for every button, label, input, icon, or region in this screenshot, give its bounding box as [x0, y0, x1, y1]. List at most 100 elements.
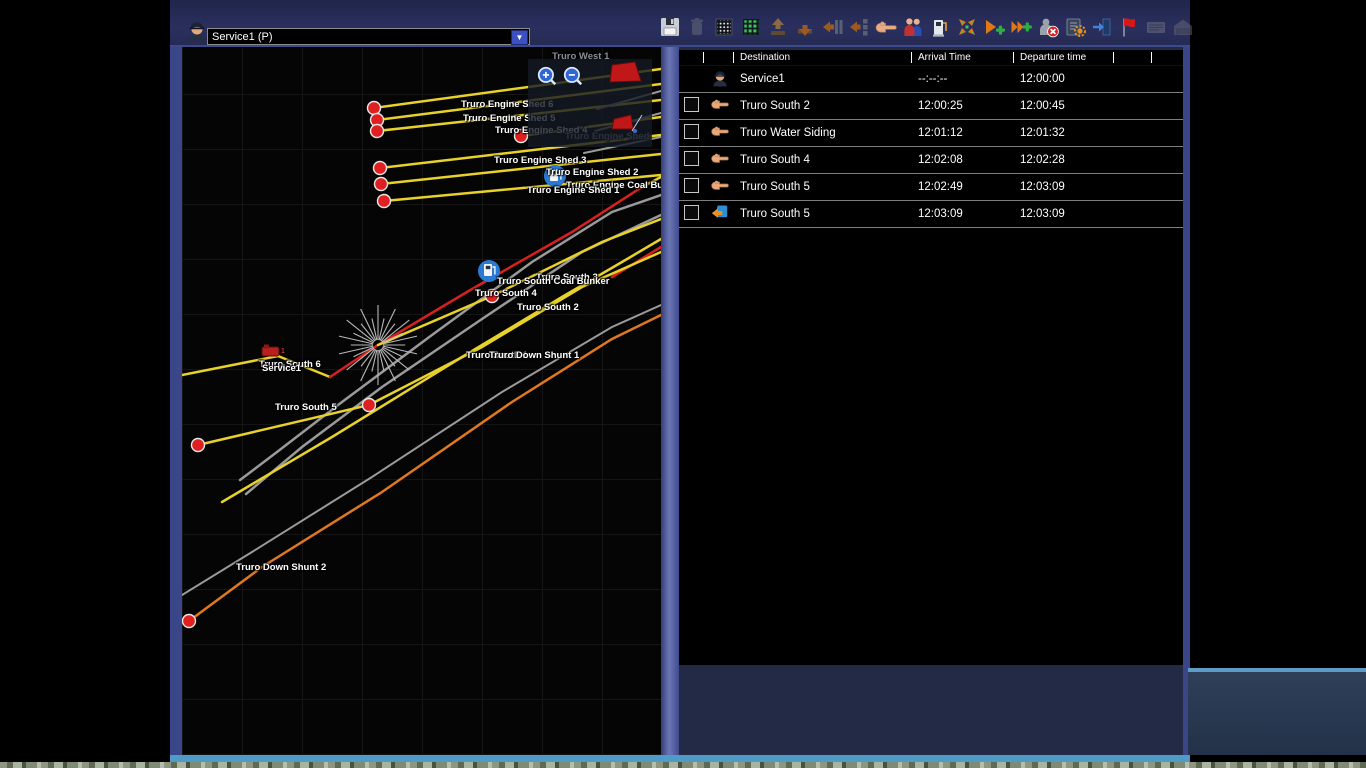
destination-cell: Truro Water Siding: [733, 127, 911, 139]
arrival-time-cell: 12:00:25: [911, 100, 1013, 112]
map-label: Truro Down Shunt 2: [236, 562, 326, 573]
insert-right-icon[interactable]: [846, 14, 872, 40]
hand-icon: [710, 124, 729, 139]
row-checkbox[interactable]: [684, 205, 699, 220]
row-icon-cell: [703, 178, 733, 196]
map-overlay-panel: [528, 59, 652, 147]
right-panel: DestinationArrival TimeDeparture time Se…: [679, 47, 1183, 755]
grid-small-icon[interactable]: [711, 14, 737, 40]
map-labels: Truro West 1Truro Engine Shed 6Truro Eng…: [182, 47, 661, 755]
footer-panel: Ok: [1188, 668, 1366, 755]
add-instruction-icon[interactable]: [1008, 14, 1034, 40]
fit-view-icon[interactable]: [954, 14, 980, 40]
console-icon[interactable]: [1143, 14, 1169, 40]
departure-time-cell: 12:03:09: [1013, 208, 1113, 220]
move-down-icon[interactable]: [792, 14, 818, 40]
service-properties-icon[interactable]: [1062, 14, 1088, 40]
table-row[interactable]: Truro South 212:00:2512:00:45: [679, 93, 1183, 120]
passengers-icon[interactable]: [900, 14, 926, 40]
row-icon-cell: [703, 97, 733, 115]
column-header[interactable]: Destination: [733, 50, 911, 65]
map-label: Truro Down Shunt 1: [489, 350, 579, 361]
service-select-value: Service1 (P): [212, 31, 273, 43]
column-header[interactable]: [1113, 50, 1151, 65]
arrival-time-cell: 12:01:12: [911, 127, 1013, 139]
row-checkbox[interactable]: [684, 178, 699, 193]
toolbar: [657, 12, 1196, 42]
arrival-time-cell: 12:02:49: [911, 181, 1013, 193]
map-label: Service1: [262, 363, 301, 374]
departure-time-cell: 12:01:32: [1013, 127, 1113, 139]
checkbox-cell: [679, 151, 703, 169]
add-service-icon[interactable]: [981, 14, 1007, 40]
row-icon-cell: [703, 204, 733, 224]
save-icon[interactable]: [657, 14, 683, 40]
hand-icon: [710, 178, 729, 193]
depot-icon[interactable]: [1170, 14, 1196, 40]
map-label: Truro South Coal Bunker: [497, 276, 609, 287]
flag-icon[interactable]: [1116, 14, 1142, 40]
destination-cell: Truro South 5: [733, 208, 911, 220]
shed-shapes: [528, 59, 652, 147]
destination-cell: Truro South 2: [733, 100, 911, 112]
map-label: Truro Engine Shed 3: [494, 155, 586, 166]
top-bar: Service1 (P) ▼: [170, 0, 1190, 47]
screen: Service1 (P) ▼: [0, 0, 1366, 768]
pointer-hand-icon[interactable]: [873, 14, 899, 40]
column-header[interactable]: [679, 50, 703, 65]
checkbox-cell: [679, 124, 703, 142]
map-label: Truro South 2: [517, 302, 579, 313]
column-header[interactable]: [703, 50, 733, 65]
arrival-time-cell: --:--:--: [911, 73, 1013, 85]
timetable: DestinationArrival TimeDeparture time Se…: [679, 50, 1183, 665]
window-bottom-border: [170, 755, 1190, 762]
map-viewport[interactable]: 1 Truro West 1Truro Engine Shed 6Truro E…: [182, 47, 661, 755]
row-checkbox[interactable]: [684, 97, 699, 112]
row-checkbox[interactable]: [684, 124, 699, 139]
row-checkbox[interactable]: [684, 151, 699, 166]
driver-avatar-icon: [710, 68, 730, 88]
column-header[interactable]: [1151, 50, 1183, 65]
destination-cell: Truro South 5: [733, 181, 911, 193]
map-label: Truro Engine Shed 1: [527, 185, 619, 196]
refuel-icon[interactable]: [927, 14, 953, 40]
departure-time-cell: 12:00:45: [1013, 100, 1113, 112]
hand-icon: [710, 151, 729, 166]
departure-time-cell: 12:02:28: [1013, 154, 1113, 166]
service-select[interactable]: Service1 (P) ▼: [207, 28, 530, 45]
table-row[interactable]: Truro South 512:02:4912:03:09: [679, 174, 1183, 201]
table-row[interactable]: Truro South 512:03:0912:03:09: [679, 201, 1183, 228]
delete-icon[interactable]: [684, 14, 710, 40]
map-label: Truro South 5: [275, 402, 337, 413]
go-to-icon[interactable]: [1089, 14, 1115, 40]
hand-icon: [710, 97, 729, 112]
panel-divider: [661, 47, 679, 755]
row-icon-cell: [703, 151, 733, 169]
column-header[interactable]: Arrival Time: [911, 50, 1013, 65]
timetable-editor-window: Service1 (P) ▼: [170, 0, 1190, 762]
destination-cell: Service1: [733, 73, 911, 85]
row-icon-cell: [703, 68, 733, 91]
arrival-time-cell: 12:02:08: [911, 154, 1013, 166]
row-icon-cell: [703, 124, 733, 142]
table-row[interactable]: Truro South 412:02:0812:02:28: [679, 147, 1183, 174]
remove-service-icon[interactable]: [1035, 14, 1061, 40]
timetable-header: DestinationArrival TimeDeparture time: [679, 50, 1183, 66]
grid-green-icon[interactable]: [738, 14, 764, 40]
map-label: Truro Engine Shed 2: [546, 167, 638, 178]
departure-time-cell: 12:00:00: [1013, 73, 1113, 85]
game-world-strip: [0, 762, 1366, 768]
goto-icon: [710, 204, 729, 221]
table-row[interactable]: Service1--:--:--12:00:00: [679, 66, 1183, 93]
move-up-icon[interactable]: [765, 14, 791, 40]
arrival-time-cell: 12:03:09: [911, 208, 1013, 220]
checkbox-cell: [679, 178, 703, 196]
departure-time-cell: 12:03:09: [1013, 181, 1113, 193]
table-row[interactable]: Truro Water Siding12:01:1212:01:32: [679, 120, 1183, 147]
timetable-body: Service1--:--:--12:00:00 Truro South 212…: [679, 66, 1183, 228]
checkbox-cell: [679, 97, 703, 115]
column-header[interactable]: Departure time: [1013, 50, 1113, 65]
shift-right-icon[interactable]: [819, 14, 845, 40]
chevron-down-icon[interactable]: ▼: [511, 30, 528, 45]
checkbox-cell: [679, 205, 703, 223]
